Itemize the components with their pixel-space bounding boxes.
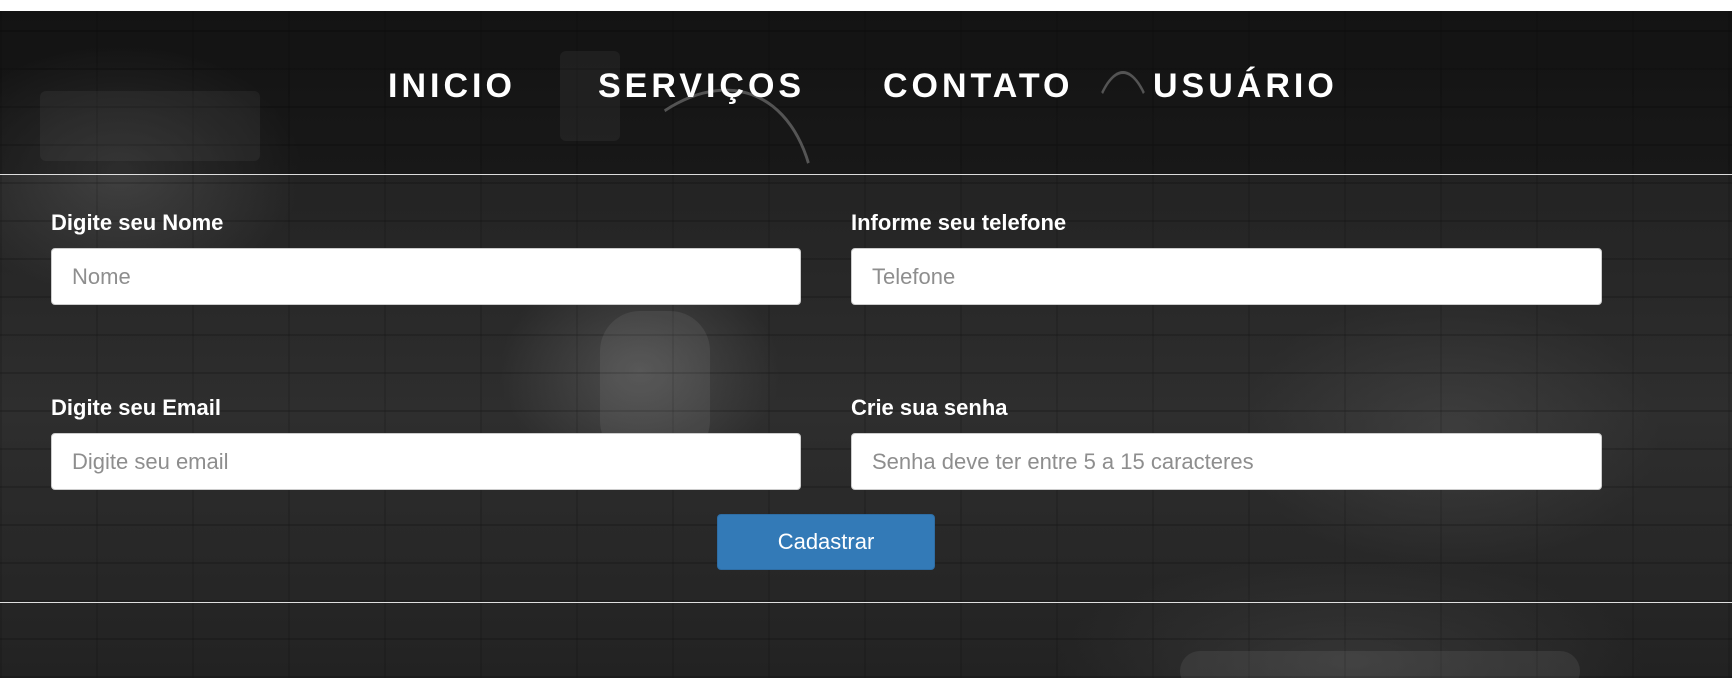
page: INICIO SERVIÇOS CONTATO USUÁRIO Digite s… [0,0,1732,678]
nav-item-usuario[interactable]: USUÁRIO [1153,56,1338,116]
nav-item-servicos[interactable]: SERVIÇOS [598,56,805,116]
barber-chair-shape [1180,651,1580,678]
main-navigation: INICIO SERVIÇOS CONTATO USUÁRIO [0,11,1732,175]
senha-input[interactable] [851,433,1602,490]
telefone-input[interactable] [851,248,1602,305]
nav-item-contato[interactable]: CONTATO [883,56,1073,116]
nome-input[interactable] [51,248,801,305]
cadastrar-button[interactable]: Cadastrar [717,514,935,570]
nome-label: Digite seu Nome [51,210,224,235]
email-label: Digite seu Email [51,395,221,420]
email-input[interactable] [51,433,801,490]
nav-item-inicio[interactable]: INICIO [388,56,516,116]
registration-form: Digite seu Nome Informe seu telefone Dig… [0,175,1732,603]
section-divider [0,602,1732,603]
top-strip [0,0,1732,11]
telefone-label: Informe seu telefone [851,210,1067,235]
nav-list: INICIO SERVIÇOS CONTATO USUÁRIO [0,56,1732,116]
senha-label: Crie sua senha [851,395,1008,420]
